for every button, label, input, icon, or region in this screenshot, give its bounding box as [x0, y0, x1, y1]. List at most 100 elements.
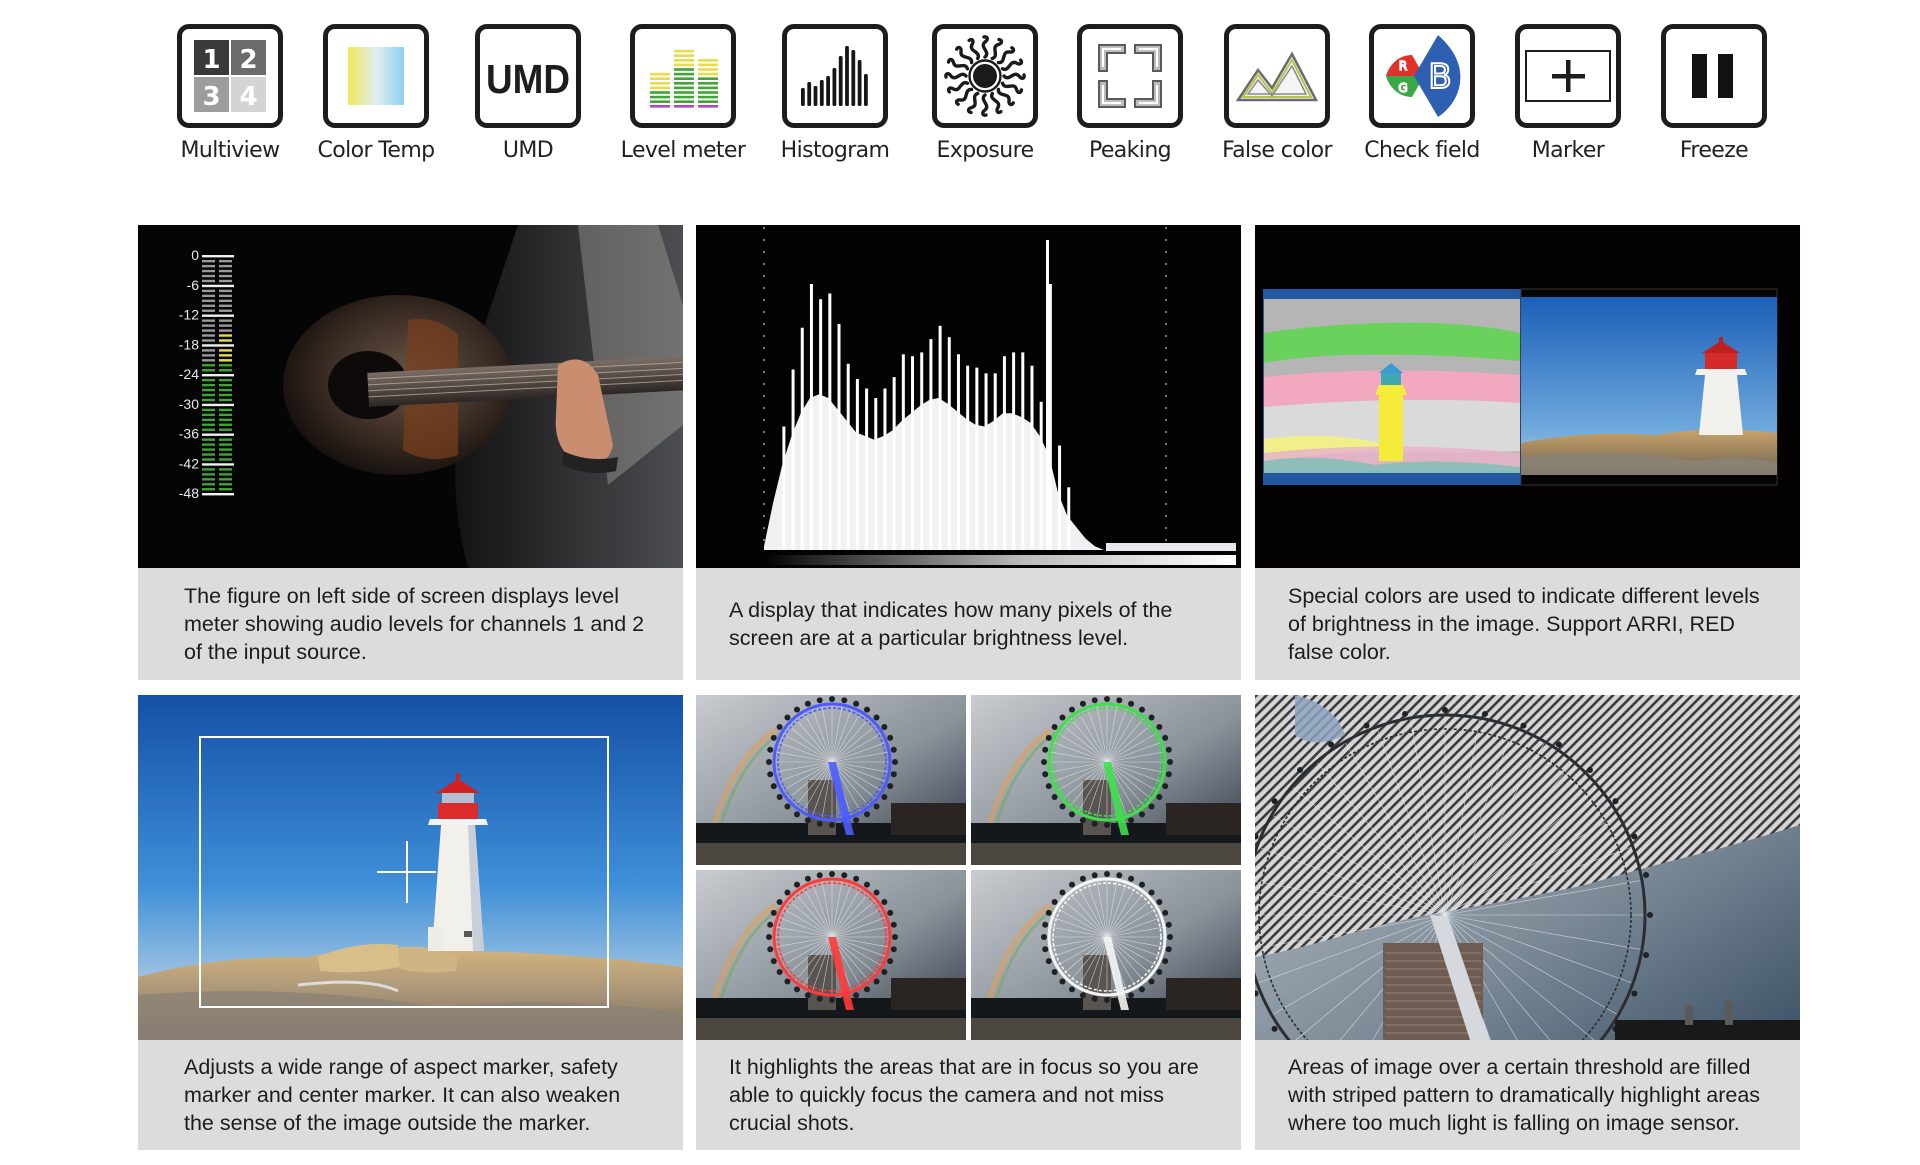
wheel-pod	[1059, 978, 1066, 985]
meter-segment	[202, 393, 215, 397]
peaking-view-red	[696, 870, 966, 1040]
wheel-pod	[1156, 723, 1163, 730]
svg-text:3: 3	[202, 82, 220, 112]
meter-segment	[219, 354, 232, 357]
meter-scale-label: -18	[179, 336, 199, 352]
feature-false-color[interactable]: False color	[1204, 24, 1350, 163]
feature-marker[interactable]: Marker	[1495, 24, 1641, 163]
check-field-rgb-icon: R G B	[1369, 24, 1475, 128]
histogram-bar	[819, 80, 824, 106]
wheel-pod	[1271, 1025, 1278, 1032]
histogram-bar	[832, 68, 837, 106]
wheel-pod	[1156, 794, 1163, 801]
svg-text:2: 2	[239, 45, 257, 75]
sun-ray	[981, 35, 989, 59]
wheel-pod	[1481, 710, 1488, 717]
wheel-pod	[1041, 759, 1047, 765]
meter-segment	[202, 413, 215, 417]
wheel-pod	[776, 794, 783, 801]
histogram-bar	[845, 46, 849, 106]
histogram-spike	[865, 388, 869, 550]
feature-label: Level meter	[620, 138, 746, 163]
sun-ray	[946, 57, 970, 71]
wheel-pod	[776, 969, 783, 976]
feature-label: Freeze	[1679, 138, 1749, 163]
wheel-pod	[1148, 803, 1155, 810]
wheel-pod	[767, 921, 774, 928]
wheel-pod	[890, 921, 897, 928]
meter-segment	[219, 334, 232, 337]
feature-color-temp[interactable]: Color Temp	[303, 24, 449, 163]
histogram-spike	[782, 426, 786, 550]
meter-segment	[202, 314, 219, 317]
wheel-pod	[829, 696, 835, 702]
wheel-pod	[1079, 875, 1086, 882]
histogram-spike	[1021, 352, 1025, 550]
wheel-pod	[770, 958, 777, 965]
histogram-spike	[892, 377, 896, 550]
card-peaking: It highlights the areas that are in focu…	[696, 695, 1241, 1150]
wheel-pod	[793, 706, 800, 713]
histogram-bar	[813, 86, 818, 106]
wheel-pod	[1091, 995, 1098, 1002]
feature-peaking[interactable]: Peaking	[1057, 24, 1203, 163]
feature-multiview[interactable]: 1 2 3 4 Multiview	[157, 24, 303, 163]
false-color-view	[1263, 289, 1521, 485]
histogram-screenshot	[696, 225, 1241, 568]
feature-level-meter[interactable]: Level meter	[610, 24, 756, 163]
wheel-pod	[1631, 990, 1638, 997]
svg-text:B: B	[1428, 57, 1451, 97]
level-segment	[674, 77, 694, 80]
feature-freeze[interactable]: Freeze	[1641, 24, 1787, 163]
meter-segment	[202, 483, 215, 486]
wheel-pod	[890, 771, 897, 778]
sun-ray	[1000, 81, 1024, 95]
histogram-spike	[1002, 356, 1006, 550]
wheel-pod	[1045, 958, 1052, 965]
river	[696, 1018, 966, 1040]
sun-core	[973, 64, 997, 88]
wheel-pod	[1068, 881, 1075, 888]
wheel-pod	[776, 898, 783, 905]
caption-text: Special colors are used to indicate diff…	[1288, 584, 1760, 664]
feature-label: Color Temp	[317, 138, 435, 163]
histogram-spike	[883, 388, 887, 550]
feature-histogram[interactable]: Histogram	[762, 24, 908, 163]
meter-segment	[219, 413, 232, 417]
wheel-pod	[864, 881, 871, 888]
wheel-pod	[776, 723, 783, 730]
wheel-pod	[1128, 875, 1135, 882]
wheel-pod	[1045, 783, 1052, 790]
wheel-pod	[829, 871, 835, 877]
wheel-pod	[1091, 872, 1098, 879]
wheel-pod	[816, 872, 823, 879]
level-segment	[650, 77, 670, 80]
meter-segment	[202, 448, 215, 451]
histogram-spike	[1039, 401, 1043, 550]
wheel-pod	[1051, 794, 1058, 801]
feature-umd[interactable]: UMD UMD	[455, 24, 601, 163]
level-segment	[650, 86, 670, 90]
caption: Areas of image over a certain threshold …	[1255, 1040, 1800, 1150]
meter-segment	[219, 463, 234, 466]
feature-check-field[interactable]: R G B Check field	[1349, 24, 1495, 163]
histogram-spike	[874, 398, 878, 550]
level-segment	[698, 86, 718, 90]
histogram-spike	[984, 373, 988, 550]
feature-exposure[interactable]: Exposure	[912, 24, 1058, 163]
wheel-pod	[873, 978, 880, 985]
wheel-pod	[1104, 997, 1110, 1003]
svg-text:1: 1	[202, 45, 220, 75]
level-segment	[674, 54, 694, 57]
meter-segment	[202, 304, 215, 307]
histogram-spike	[1012, 352, 1016, 550]
level-segment	[698, 72, 718, 76]
card-zebra: Areas of image over a certain threshold …	[1255, 695, 1800, 1150]
meter-segment	[219, 314, 234, 317]
meter-segment	[202, 478, 215, 481]
caption: Special colors are used to indicate diff…	[1255, 568, 1800, 680]
meter-scale-label: -24	[179, 366, 199, 382]
meter-segment	[202, 359, 215, 362]
wheel-pod	[1059, 803, 1066, 810]
meter-segment	[219, 349, 232, 352]
